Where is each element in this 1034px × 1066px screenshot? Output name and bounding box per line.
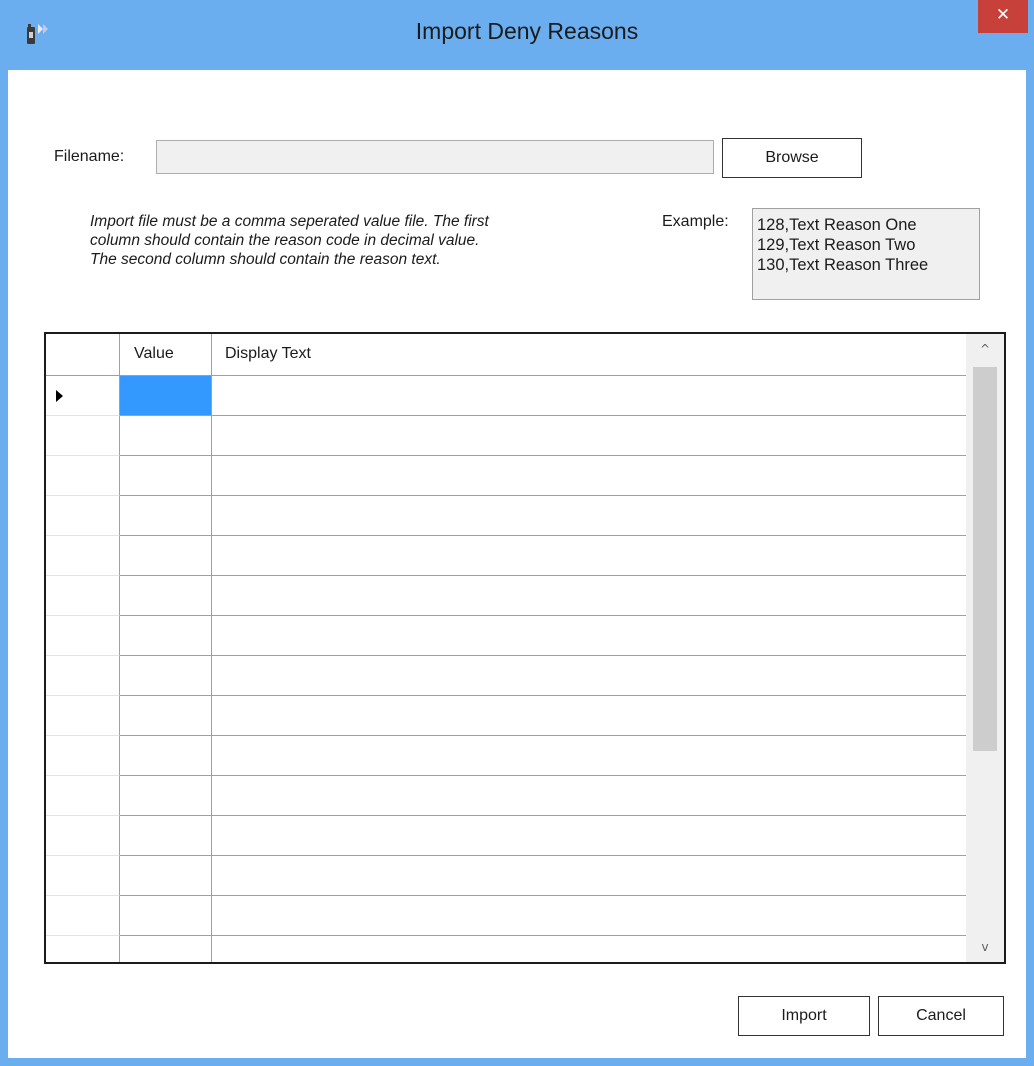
- row-header[interactable]: [46, 576, 120, 616]
- table-row[interactable]: [46, 776, 966, 816]
- value-cell[interactable]: [120, 696, 212, 736]
- value-cell[interactable]: [120, 896, 212, 936]
- row-header[interactable]: [46, 616, 120, 656]
- example-line: 128,Text Reason One: [757, 216, 917, 234]
- row-header[interactable]: [46, 656, 120, 696]
- value-cell[interactable]: [120, 816, 212, 856]
- vertical-scrollbar[interactable]: ^ v: [966, 334, 1004, 962]
- value-cell[interactable]: [120, 496, 212, 536]
- column-header-value[interactable]: Value: [120, 334, 212, 376]
- table-row[interactable]: [46, 896, 966, 936]
- value-cell[interactable]: [120, 456, 212, 496]
- display-text-cell[interactable]: [212, 656, 966, 696]
- row-header[interactable]: [46, 696, 120, 736]
- example-line: 129,Text Reason Two: [757, 236, 916, 254]
- display-text-cell[interactable]: [212, 536, 966, 576]
- example-label: Example:: [662, 213, 729, 230]
- row-header-corner: [46, 334, 120, 376]
- value-cell[interactable]: [120, 936, 212, 962]
- display-text-cell[interactable]: [212, 416, 966, 456]
- current-row-arrow-icon: [56, 390, 63, 402]
- display-text-cell[interactable]: [212, 936, 966, 962]
- table-row[interactable]: [46, 696, 966, 736]
- display-text-cell[interactable]: [212, 576, 966, 616]
- value-cell[interactable]: [120, 776, 212, 816]
- import-instructions: Import file must be a comma seperated va…: [90, 212, 630, 269]
- display-text-cell[interactable]: [212, 616, 966, 656]
- display-text-cell[interactable]: [212, 856, 966, 896]
- row-header[interactable]: [46, 376, 120, 416]
- filename-label: Filename:: [54, 148, 125, 165]
- scroll-down-icon[interactable]: v: [966, 932, 1004, 962]
- row-header[interactable]: [46, 776, 120, 816]
- row-header[interactable]: [46, 456, 120, 496]
- row-header[interactable]: [46, 936, 120, 962]
- table-row[interactable]: [46, 736, 966, 776]
- table-row[interactable]: [46, 616, 966, 656]
- instruction-line: column should contain the reason code in…: [90, 232, 480, 249]
- table-row[interactable]: [46, 376, 966, 416]
- scroll-up-icon[interactable]: ^: [966, 334, 1004, 364]
- grid-cells: Value Display Text: [46, 334, 966, 962]
- scroll-thumb[interactable]: [973, 367, 997, 751]
- row-header[interactable]: [46, 856, 120, 896]
- value-cell[interactable]: [120, 736, 212, 776]
- value-cell[interactable]: [120, 616, 212, 656]
- value-cell[interactable]: [120, 416, 212, 456]
- display-text-cell[interactable]: [212, 896, 966, 936]
- display-text-cell[interactable]: [212, 776, 966, 816]
- row-header[interactable]: [46, 736, 120, 776]
- row-header[interactable]: [46, 416, 120, 456]
- value-cell[interactable]: [120, 656, 212, 696]
- filename-field[interactable]: [156, 140, 714, 174]
- table-row[interactable]: [46, 816, 966, 856]
- table-row[interactable]: [46, 576, 966, 616]
- column-header-display-text[interactable]: Display Text: [212, 334, 966, 376]
- display-text-cell[interactable]: [212, 376, 966, 416]
- table-row[interactable]: [46, 456, 966, 496]
- table-row[interactable]: [46, 536, 966, 576]
- example-line: 130,Text Reason Three: [757, 256, 929, 274]
- window-title: Import Deny Reasons: [415, 18, 639, 44]
- table-row[interactable]: [46, 496, 966, 536]
- table-row[interactable]: [46, 416, 966, 456]
- value-cell[interactable]: [120, 376, 212, 416]
- grid-header-row: Value Display Text: [46, 334, 966, 376]
- row-header[interactable]: [46, 816, 120, 856]
- example-box: 128,Text Reason One 129,Text Reason Two …: [752, 208, 980, 300]
- row-header[interactable]: [46, 496, 120, 536]
- table-row[interactable]: [46, 856, 966, 896]
- close-button[interactable]: ✕: [978, 0, 1028, 33]
- instruction-line: The second column should contain the rea…: [90, 251, 441, 268]
- display-text-cell[interactable]: [212, 456, 966, 496]
- row-header[interactable]: [46, 536, 120, 576]
- table-row[interactable]: [46, 936, 966, 962]
- title-bar[interactable]: Import Deny Reasons ✕: [0, 0, 1034, 70]
- value-cell[interactable]: [120, 856, 212, 896]
- value-cell[interactable]: [120, 536, 212, 576]
- display-text-cell[interactable]: [212, 816, 966, 856]
- dialog-body: Filename: Browse Import file must be a c…: [8, 70, 1026, 1058]
- import-deny-reasons-window: Import Deny Reasons ✕ Filename: Browse I…: [0, 0, 1034, 1066]
- display-text-cell[interactable]: [212, 736, 966, 776]
- instruction-line: Import file must be a comma seperated va…: [90, 213, 489, 230]
- value-cell[interactable]: [120, 576, 212, 616]
- browse-button[interactable]: Browse: [722, 138, 862, 178]
- display-text-cell[interactable]: [212, 696, 966, 736]
- cancel-button[interactable]: Cancel: [878, 996, 1004, 1036]
- reasons-grid[interactable]: Value Display Text ^ v: [44, 332, 1006, 964]
- row-header[interactable]: [46, 896, 120, 936]
- table-row[interactable]: [46, 656, 966, 696]
- display-text-cell[interactable]: [212, 496, 966, 536]
- import-button[interactable]: Import: [738, 996, 870, 1036]
